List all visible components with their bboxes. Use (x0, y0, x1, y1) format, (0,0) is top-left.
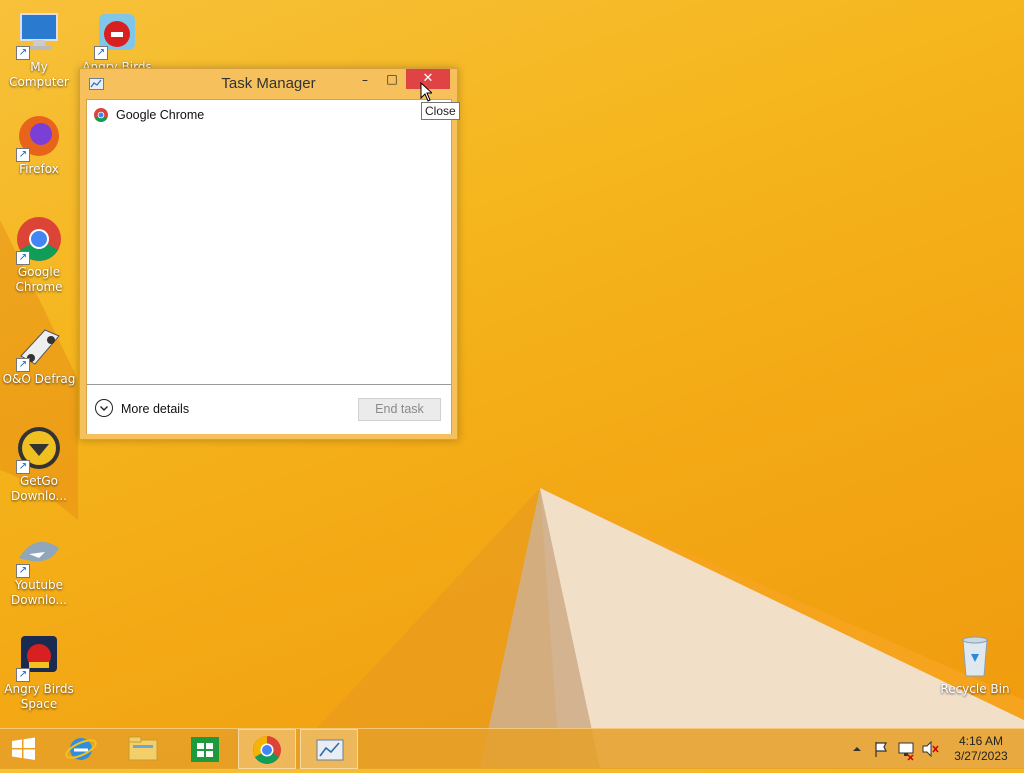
action-center-flag-icon[interactable] (872, 729, 890, 769)
end-task-button[interactable]: End task (358, 398, 441, 421)
desktop-icon-angry-birds[interactable]: ↗ Angry Birds (78, 10, 156, 75)
process-name: Google Chrome (116, 108, 205, 122)
clock[interactable]: 4:16 AM 3/27/2023 (948, 734, 1014, 764)
chrome-icon (253, 736, 281, 764)
taskbar-chrome[interactable] (238, 729, 296, 769)
getgo-icon: ↗ (15, 424, 63, 474)
chrome-icon: ↗ (15, 215, 63, 265)
desktop-icon-label: Youtube Downlo... (11, 578, 67, 607)
desktop-icon-label: Google Chrome (15, 265, 63, 294)
desktop-icon-label: My Computer (9, 60, 69, 89)
desktop-icon-label: GetGo Downlo... (11, 474, 67, 503)
desktop-icon-getgo[interactable]: ↗ GetGo Downlo... (0, 424, 78, 504)
title-bar[interactable]: Task Manager – □ ✕ (80, 69, 457, 99)
maximize-button[interactable]: □ (379, 72, 405, 92)
clock-date: 3/27/2023 (954, 749, 1008, 763)
start-button[interactable] (0, 729, 48, 769)
angry-birds-space-icon: ↗ (15, 632, 63, 682)
task-manager-footer: More details End task (87, 384, 451, 434)
chevron-down-icon (95, 399, 113, 417)
mouse-cursor-icon (420, 81, 434, 105)
file-explorer-icon (128, 736, 158, 761)
process-list: Google Chrome More details End task (86, 99, 452, 434)
task-manager-icon (316, 739, 344, 761)
volume-muted-icon[interactable] (920, 729, 940, 769)
taskbar-task-manager[interactable] (300, 729, 358, 769)
store-icon (191, 737, 219, 762)
show-hidden-icons[interactable] (850, 729, 864, 769)
desktop-icon-label: Recycle Bin (940, 682, 1010, 696)
desktop-icon-recycle-bin[interactable]: Recycle Bin (936, 632, 1014, 697)
desktop-icon-angry-birds-space[interactable]: ↗ Angry Birds Space (0, 632, 78, 712)
taskbar: 4:16 AM 3/27/2023 (0, 728, 1024, 769)
taskbar-internet-explorer[interactable] (52, 729, 110, 769)
clock-time: 4:16 AM (958, 734, 1004, 748)
start-icon (12, 737, 35, 760)
taskbar-file-explorer[interactable] (114, 729, 172, 769)
desktop-icon-oo-defrag[interactable]: ↗ O&O Defrag (0, 322, 78, 387)
angry-birds-icon: ↗ (93, 10, 141, 60)
desktop-icon-my-computer[interactable]: ↗ My Computer (0, 10, 78, 90)
desktop-icon-label: Firefox (19, 162, 59, 176)
youtube-downloader-icon: ↗ (15, 528, 63, 578)
desktop-icon-firefox[interactable]: ↗ Firefox (0, 112, 78, 177)
firefox-icon: ↗ (15, 112, 63, 162)
defrag-icon: ↗ (15, 322, 63, 372)
desktop-icon-label: O&O Defrag (2, 372, 76, 386)
minimize-button[interactable]: – (352, 73, 378, 93)
desktop-icon-youtube-downloader[interactable]: ↗ Youtube Downlo... (0, 528, 78, 608)
more-details-label: More details (121, 402, 190, 416)
process-row[interactable]: Google Chrome (87, 104, 451, 126)
internet-explorer-icon (65, 738, 97, 760)
task-manager-window: Task Manager – □ ✕ Google Chrome More de… (79, 68, 458, 440)
network-icon[interactable] (896, 729, 916, 769)
taskbar-store[interactable] (176, 729, 234, 769)
desktop-icon-label: Angry Birds Space (4, 682, 74, 711)
computer-icon: ↗ (15, 10, 63, 60)
chrome-icon (94, 108, 108, 122)
desktop-icon-google-chrome[interactable]: ↗ Google Chrome (0, 215, 78, 295)
recycle-bin-icon (951, 632, 999, 680)
